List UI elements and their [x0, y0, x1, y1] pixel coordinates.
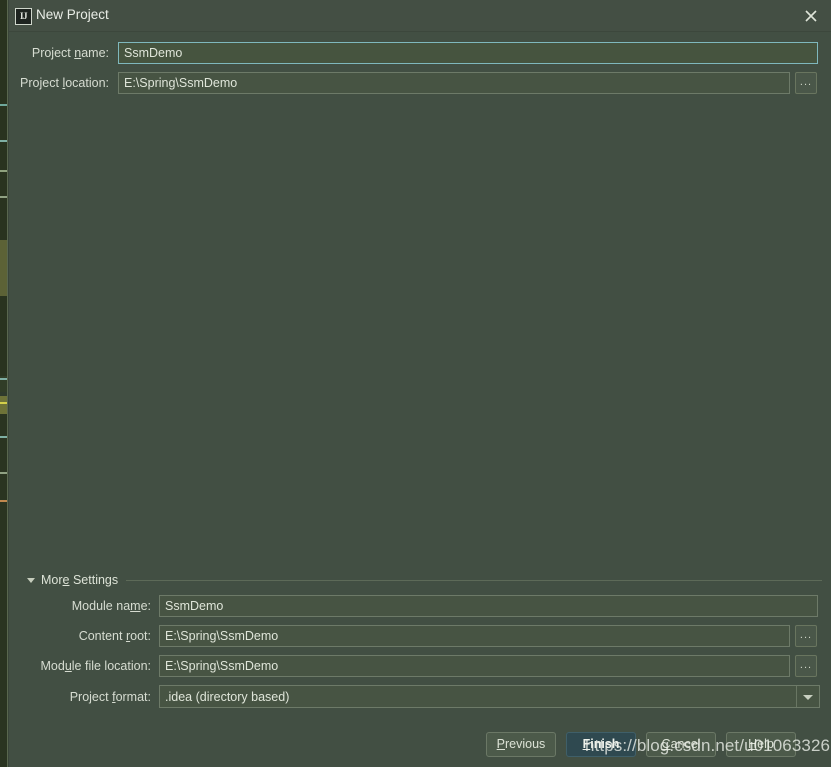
more-settings-label: More Settings: [41, 573, 118, 587]
content-root-input[interactable]: E:\Spring\SsmDemo: [159, 625, 790, 647]
more-settings-toggle[interactable]: More Settings: [27, 572, 822, 588]
label-text: Mod: [41, 659, 65, 673]
label-text: Content: [79, 629, 126, 643]
label-text: Module na: [72, 599, 130, 613]
previous-button[interactable]: Previous: [486, 732, 556, 757]
chevron-down-icon[interactable]: [796, 686, 819, 707]
content-root-browse-button[interactable]: ...: [795, 625, 817, 647]
project-format-select[interactable]: .idea (directory based): [159, 685, 820, 708]
module-name-input[interactable]: SsmDemo: [159, 595, 818, 617]
dialog-title: New Project: [36, 7, 109, 22]
intellij-idea-icon: IJ: [15, 8, 32, 25]
screen: IJ New Project Project name: SsmDemo Pro…: [0, 0, 831, 767]
module-file-location-label: Module file location:: [9, 659, 151, 673]
label-mnemonic: P: [497, 737, 505, 751]
label-text: Settings: [69, 573, 118, 587]
module-file-location-row: Module file location: E:\Spring\SsmDemo …: [9, 655, 824, 677]
cancel-button[interactable]: Cancel: [646, 732, 716, 757]
more-settings-separator: [126, 580, 822, 581]
label-mnemonic: H: [748, 737, 757, 751]
label-mnemonic: m: [130, 599, 140, 613]
label-text: ocation:: [65, 76, 109, 90]
label-text: elp: [757, 737, 774, 751]
label-text: Project: [20, 76, 62, 90]
label-text: ancel: [671, 737, 701, 751]
close-icon: [805, 10, 817, 22]
label-text: ormat:: [116, 690, 151, 704]
project-format-row: Project format: .idea (directory based): [9, 685, 824, 708]
project-name-label: Project name:: [9, 46, 109, 60]
label-text: inish: [590, 737, 619, 751]
module-file-location-input[interactable]: E:\Spring\SsmDemo: [159, 655, 790, 677]
new-project-dialog: IJ New Project Project name: SsmDemo Pro…: [9, 0, 831, 767]
label-text: Project: [32, 46, 74, 60]
project-name-row: Project name: SsmDemo: [9, 42, 819, 64]
project-location-browse-button[interactable]: ...: [795, 72, 817, 94]
dialog-titlebar[interactable]: IJ New Project: [9, 0, 831, 32]
background-ide-window[interactable]: [0, 0, 9, 767]
project-format-label: Project format:: [9, 690, 151, 704]
content-root-row: Content root: E:\Spring\SsmDemo ...: [9, 625, 824, 647]
label-text: ame:: [81, 46, 109, 60]
label-text: le file location:: [72, 659, 151, 673]
project-name-input[interactable]: SsmDemo: [118, 42, 818, 64]
project-location-label: Project location:: [9, 76, 109, 90]
module-file-location-browse-button[interactable]: ...: [795, 655, 817, 677]
label-text: Project: [70, 690, 112, 704]
close-button[interactable]: [791, 0, 831, 31]
label-text: e:: [141, 599, 151, 613]
label-text: oot:: [130, 629, 151, 643]
help-button[interactable]: Help: [726, 732, 796, 757]
label-mnemonic: u: [65, 659, 72, 673]
project-format-value: .idea (directory based): [160, 690, 796, 704]
module-name-label: Module name:: [9, 599, 151, 613]
module-name-row: Module name: SsmDemo: [9, 595, 819, 617]
label-text: Mor: [41, 573, 63, 587]
label-mnemonic: C: [662, 737, 671, 751]
content-root-label: Content root:: [9, 629, 151, 643]
label-text: revious: [505, 737, 545, 751]
project-location-input[interactable]: E:\Spring\SsmDemo: [118, 72, 790, 94]
project-location-row: Project location: E:\Spring\SsmDemo ...: [9, 72, 824, 94]
chevron-down-icon: [27, 578, 35, 583]
finish-button[interactable]: Finish: [566, 732, 636, 757]
